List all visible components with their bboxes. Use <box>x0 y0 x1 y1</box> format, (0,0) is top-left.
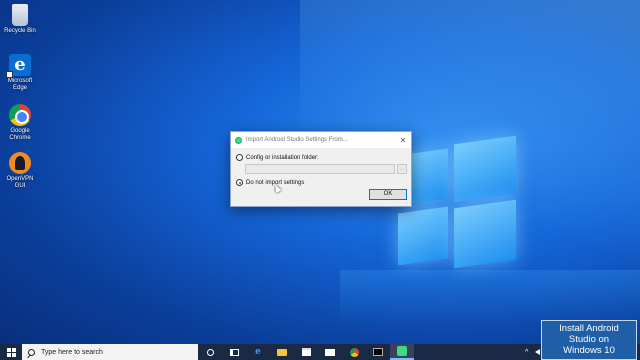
radio-do-not-import[interactable] <box>236 179 243 186</box>
desktop-icon-chrome[interactable]: Google Chrome <box>2 104 38 142</box>
speaker-icon[interactable] <box>535 349 540 355</box>
cmd-icon <box>373 348 383 356</box>
taskbar-android-studio[interactable] <box>390 344 414 360</box>
browse-button[interactable]: ... <box>397 164 407 174</box>
config-folder-input[interactable] <box>245 164 395 174</box>
desktop-icon-label: OpenVPN GUI <box>6 176 34 189</box>
taskbar-search[interactable]: Type here to search <box>22 344 198 360</box>
dialog-title-bar[interactable]: Import Android Studio Settings From... ✕ <box>231 132 411 148</box>
banner-line-1: Install Android <box>559 323 619 334</box>
import-settings-dialog: Import Android Studio Settings From... ✕… <box>230 131 412 207</box>
store-icon <box>301 348 311 356</box>
android-studio-icon <box>397 346 407 356</box>
close-icon[interactable]: ✕ <box>395 136 411 145</box>
ok-button[interactable]: OK <box>369 189 407 200</box>
cortana-icon <box>206 348 214 356</box>
desktop-icon-edge[interactable]: e Microsoft Edge <box>2 54 38 92</box>
taskbar-file-explorer[interactable] <box>270 344 294 360</box>
windows-logo-wallpaper <box>398 135 518 270</box>
file-explorer-icon <box>277 348 287 356</box>
desktop-icon-recycle-bin[interactable]: Recycle Bin <box>2 4 38 35</box>
dialog-title: Import Android Studio Settings From... <box>246 137 348 143</box>
cortana-button[interactable] <box>198 344 222 360</box>
desktop-icon-label: Google Chrome <box>9 128 31 141</box>
banner-line-3: Windows 10 <box>563 345 615 356</box>
option-config-folder[interactable]: Config or installation folder: <box>231 154 411 161</box>
desktop-icon-openvpn[interactable]: OpenVPN GUI <box>2 152 38 190</box>
banner-line-2: Studio on <box>568 334 610 345</box>
recycle-bin-icon <box>12 4 28 26</box>
option-config-label: Config or installation folder: <box>246 154 319 161</box>
taskbar-edge[interactable]: e <box>246 344 270 360</box>
task-view-button[interactable] <box>222 344 246 360</box>
edge-icon: e <box>255 347 261 357</box>
search-placeholder: Type here to search <box>41 348 103 356</box>
option-do-not-import[interactable]: Do not import settings <box>231 179 411 186</box>
wallpaper-floor-glow <box>340 270 640 325</box>
tutorial-banner: Install Android Studio on Windows 10 <box>541 320 637 360</box>
chrome-icon <box>9 104 31 126</box>
taskbar-mail[interactable] <box>318 344 342 360</box>
radio-config-folder[interactable] <box>236 154 243 161</box>
chrome-icon <box>349 347 359 357</box>
task-view-icon <box>229 348 239 356</box>
start-button[interactable] <box>0 344 22 360</box>
windows-icon <box>6 347 16 357</box>
openvpn-icon <box>9 152 31 174</box>
edge-icon: e <box>6 54 31 78</box>
search-icon <box>28 348 35 356</box>
taskbar-store[interactable] <box>294 344 318 360</box>
taskbar-chrome[interactable] <box>342 344 366 360</box>
desktop-icon-label: Microsoft Edge <box>7 78 33 91</box>
desktop-icon-label: Recycle Bin <box>4 28 36 34</box>
taskbar-cmd[interactable] <box>366 344 390 360</box>
android-studio-icon <box>235 136 242 144</box>
mail-icon <box>325 348 335 356</box>
tray-expand-icon[interactable]: ^ <box>525 349 535 356</box>
